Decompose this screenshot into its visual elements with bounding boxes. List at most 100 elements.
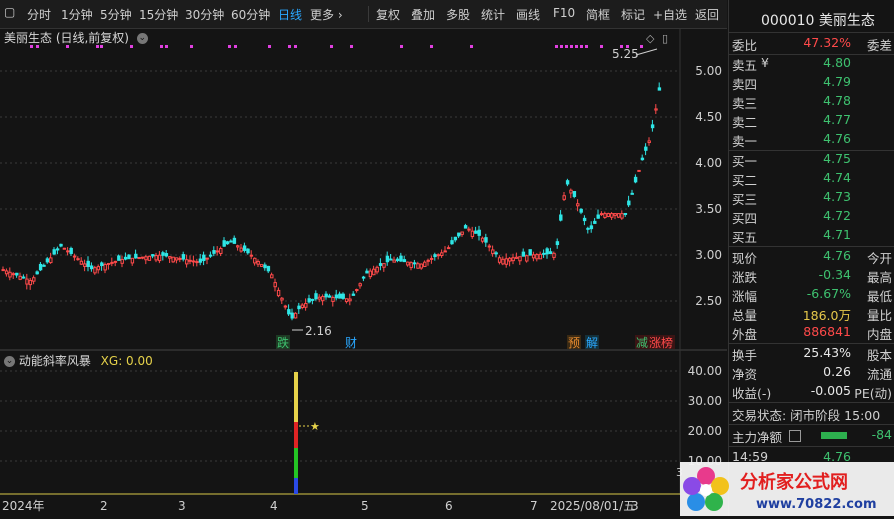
indicator-title: 动能斜率风暴 [18,354,91,368]
f10-button[interactable]: F10 [553,6,575,20]
candle-body [249,254,254,257]
marker-yu[interactable]: 预 [568,336,580,350]
x-tick-label: 3 [631,499,639,513]
settings-icon[interactable]: ⌄ [4,356,15,367]
signal-dot [600,45,603,48]
marker-cai[interactable]: 财 [345,336,357,350]
candle-body [164,253,169,257]
buy-row[interactable]: 买四 4.72 [729,208,894,226]
candle-body [599,213,604,216]
expand-icon[interactable]: ▯ [662,32,668,45]
candle-body [38,263,43,271]
buy-row[interactable]: 买三 4.73 [729,189,894,207]
candle-body [518,256,522,262]
finance-row: 换手 25.43% 股本 [732,345,892,363]
candle-body [521,251,526,257]
table-icon[interactable] [789,430,801,442]
x-tick-date: 2025/08/01/五 [550,499,635,513]
candle-body [253,257,257,264]
finance-row: 收益(-) -0.005 PE(动) [732,383,892,401]
multi-stock-button[interactable]: 多股 [446,6,470,23]
candle-body [86,260,90,267]
buy-row[interactable]: 买一 4.75 [729,151,894,169]
sell-row[interactable]: 卖二 4.77 [729,112,894,130]
candle-body [426,259,430,262]
candle-body [198,258,203,263]
x-tick-label: 6 [445,499,453,513]
signal-dot [330,45,333,48]
marker-die[interactable]: 跌 [277,335,289,350]
candle-body [470,230,475,238]
candle-body [42,264,46,267]
candle-body [25,278,29,285]
tab-1min[interactable]: 1分钟 [61,6,93,23]
tab-fenshi[interactable]: 分时 [27,6,51,23]
tab-daily[interactable]: 日线 [278,6,302,23]
draw-button[interactable]: 画线 [516,6,540,23]
main-force-row[interactable]: 主力净额 -84 [729,427,894,445]
candle-body [35,271,39,275]
candle-body [144,256,148,261]
stats-button[interactable]: 统计 [481,6,505,23]
candle-body [15,272,19,276]
candle-body [11,273,16,276]
y-tick-label: 5.00 [695,64,722,78]
sell-row[interactable]: 卖一 4.76 [729,131,894,149]
candles [1,82,662,321]
more-periods-dropdown[interactable]: 更多 › [310,6,343,23]
candle-body [358,283,362,287]
back-button[interactable]: 返回 [695,6,719,23]
candle-body [8,271,12,278]
quote-row: 外盘 886841 内盘 [732,324,892,342]
panel-toggle-icon[interactable]: ▢ [4,5,15,19]
candle-body [239,247,243,252]
candle-body [484,237,488,243]
candle-body [559,214,563,221]
tab-60min[interactable]: 60分钟 [231,6,270,23]
add-watchlist-button[interactable]: +自选 [653,6,687,23]
tab-5min[interactable]: 5分钟 [100,6,132,23]
signal-dot [555,45,558,48]
marker-zhangbang[interactable]: 涨榜 [649,335,673,350]
sell-row[interactable]: 卖四 4.79 [729,74,894,92]
price-axis: 5.00 4.50 4.00 3.50 3.00 2.50 [695,64,722,308]
candle-body [154,255,158,261]
candle-body [202,254,206,262]
divider [729,343,894,344]
quote-row: 涨幅 -6.67% 最低 [732,286,892,304]
candle-body [140,256,145,259]
buy-row[interactable]: 买二 4.74 [729,170,894,188]
signal-dot [66,45,69,48]
simple-frame-button[interactable]: 简框 [586,6,610,23]
buy-row[interactable]: 买五 4.71 [729,227,894,245]
marker-jie[interactable]: 解 [586,336,598,350]
candle-body [276,289,281,297]
sell-row[interactable]: 卖五 ¥4.80 [729,55,894,73]
y-tick-label: 3.00 [695,248,722,262]
overlay-button[interactable]: 叠加 [411,6,435,23]
candle-body [596,214,600,219]
x-tick-label: 3 [178,499,186,513]
tab-30min[interactable]: 30分钟 [185,6,224,23]
marker-jian[interactable]: 减 [636,336,648,350]
signal-dot [470,45,473,48]
diamond-icon[interactable]: ◇ [646,32,655,45]
candle-body [317,296,322,300]
mark-button[interactable]: 标记 [621,6,645,23]
sell-row[interactable]: 卖三 4.78 [729,93,894,111]
candle-body [491,249,495,255]
candle-body [83,263,87,267]
candle-body [341,293,345,299]
candle-body [130,257,135,264]
adjust-button[interactable]: 复权 [376,6,400,23]
watermark-title: 分析家公式网 [740,471,848,493]
candle-body [287,309,291,315]
kline-chart[interactable]: 5.00 4.50 4.00 3.50 3.00 2.50 40.00 30.0… [0,28,727,516]
signal-dot [565,45,568,48]
candle-body [572,191,577,197]
candle-body [508,257,512,262]
candle-body [106,262,111,265]
tab-15min[interactable]: 15分钟 [139,6,178,23]
candle-body [644,146,648,151]
period-toolbar: ▢ 分时 1分钟 5分钟 15分钟 30分钟 60分钟 日线 更多 › 复权 叠… [0,0,727,29]
